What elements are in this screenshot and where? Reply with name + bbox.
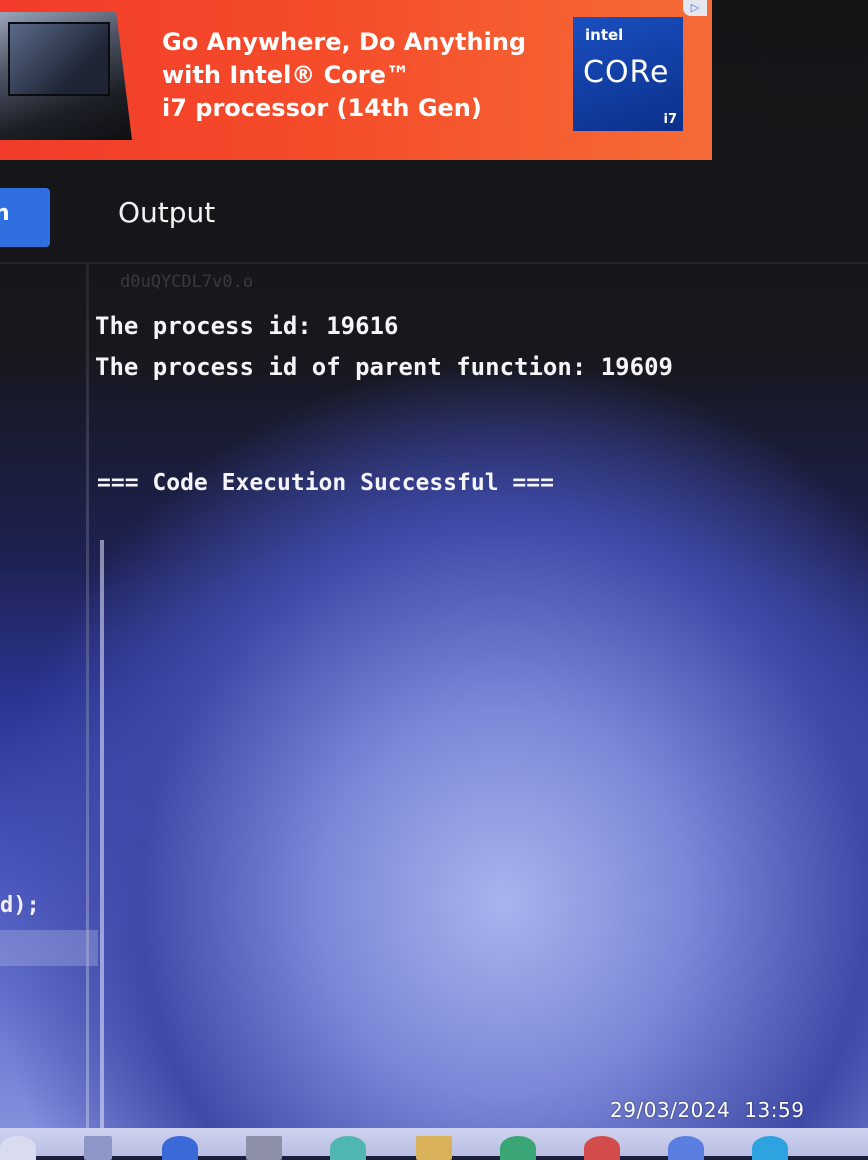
ad-line-1: Go Anywhere, Do Anything [162,28,527,56]
output-line-pid: The process id: 19616 [95,312,399,340]
output-line-ppid: The process id of parent function: 19609 [95,353,673,381]
taskbar-app-icon[interactable] [330,1136,366,1160]
ad-laptop-image [0,12,132,140]
editor-code-fragment[interactable]: d); [0,893,40,918]
ad-headline: Go Anywhere, Do Anything with Intel® Cor… [162,26,526,125]
pane-edge [86,264,89,1144]
faded-file-line: d0uQYCDL7v0.o [120,272,254,292]
ad-line-2: with Intel® Core™ [162,61,410,89]
taskbar-app-icon[interactable] [162,1136,198,1160]
pane-resize-handle[interactable] [100,540,104,1140]
badge-tier: i7 [663,112,677,127]
taskbar-app-icon[interactable] [668,1136,704,1160]
run-button[interactable]: n [0,188,50,247]
intel-core-badge: intel CORe i7 [573,17,683,131]
panel-divider [0,262,868,264]
execution-status: === Code Execution Successful === [97,470,554,496]
laptop-screen-image [8,22,110,96]
ad-line-3: i7 processor (14th Gen) [162,94,482,122]
taskbar-folder-icon[interactable] [416,1136,452,1160]
ad-choices-icon[interactable]: ▷ [683,0,707,16]
photographed-screen [0,0,868,1156]
output-panel-title: Output [118,196,216,229]
taskbar-app-icon[interactable] [584,1136,620,1160]
output-console: The process id: 19616 The process id of … [95,306,673,388]
taskbar-app-icon[interactable] [752,1136,788,1160]
badge-brand: intel [585,26,624,44]
editor-current-line [0,930,98,966]
photo-timestamp: 29/03/2024 13:59 [610,1098,804,1122]
ad-banner[interactable]: Go Anywhere, Do Anything with Intel® Cor… [0,0,712,160]
timestamp-time: 13:59 [744,1098,805,1122]
badge-product: CORe [583,55,670,90]
timestamp-date: 29/03/2024 [610,1098,731,1122]
run-button-label: n [0,201,10,226]
taskbar-app-icon[interactable] [246,1136,282,1160]
taskbar-app-icon[interactable] [500,1136,536,1160]
taskbar-app-icon[interactable] [0,1136,36,1160]
taskbar-windows-icon[interactable] [84,1136,112,1160]
